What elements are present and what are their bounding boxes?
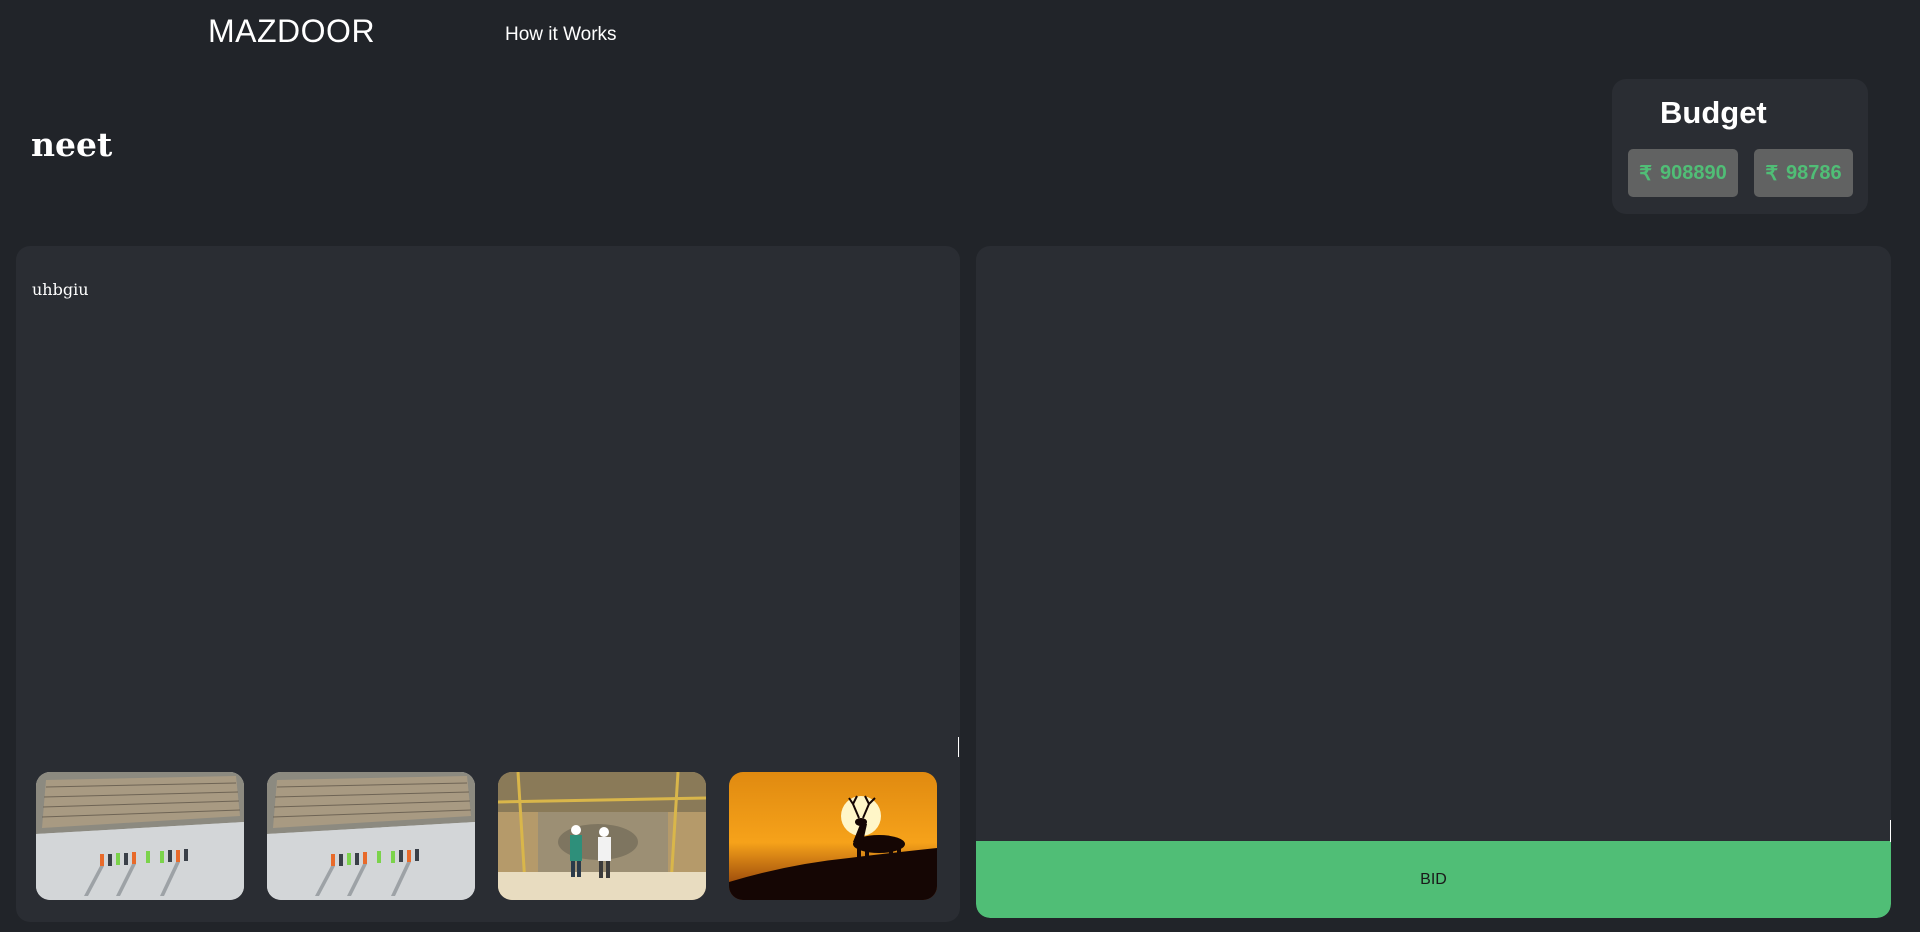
brand-logo-text[interactable]: MAZDOOR	[208, 13, 375, 50]
budget-min-value: 908890	[1659, 161, 1727, 184]
bid-button[interactable]: BID	[976, 841, 1891, 918]
project-title: neet	[31, 125, 113, 164]
bid-panel: BID	[976, 246, 1891, 918]
text-caret	[958, 737, 959, 757]
budget-title: Budget	[1660, 95, 1767, 130]
project-description: uhbgiu	[32, 280, 89, 299]
budget-min-badge: ₹ 908890	[1628, 149, 1738, 197]
budget-max-badge: ₹ 98786	[1754, 149, 1853, 197]
nav-how-it-works-link[interactable]: How it Works	[505, 24, 617, 46]
project-description-panel: uhbgiu	[16, 246, 960, 922]
construction-site-workers-image	[267, 772, 475, 900]
image-gallery	[36, 772, 937, 900]
budget-max-value: 98786	[1786, 161, 1842, 184]
text-caret	[1890, 820, 1891, 842]
gallery-image-3[interactable]	[498, 772, 706, 900]
budget-card: Budget ₹ 908890 ₹ 98786	[1612, 79, 1868, 214]
deer-sunset-image	[729, 772, 937, 900]
gallery-image-4[interactable]	[729, 772, 937, 900]
gallery-image-1[interactable]	[36, 772, 244, 900]
rupee-icon: ₹	[1765, 162, 1779, 185]
gallery-image-2[interactable]	[267, 772, 475, 900]
construction-site-workers-image	[36, 772, 244, 900]
rupee-icon: ₹	[1639, 162, 1652, 185]
construction-engineers-image	[498, 772, 706, 900]
